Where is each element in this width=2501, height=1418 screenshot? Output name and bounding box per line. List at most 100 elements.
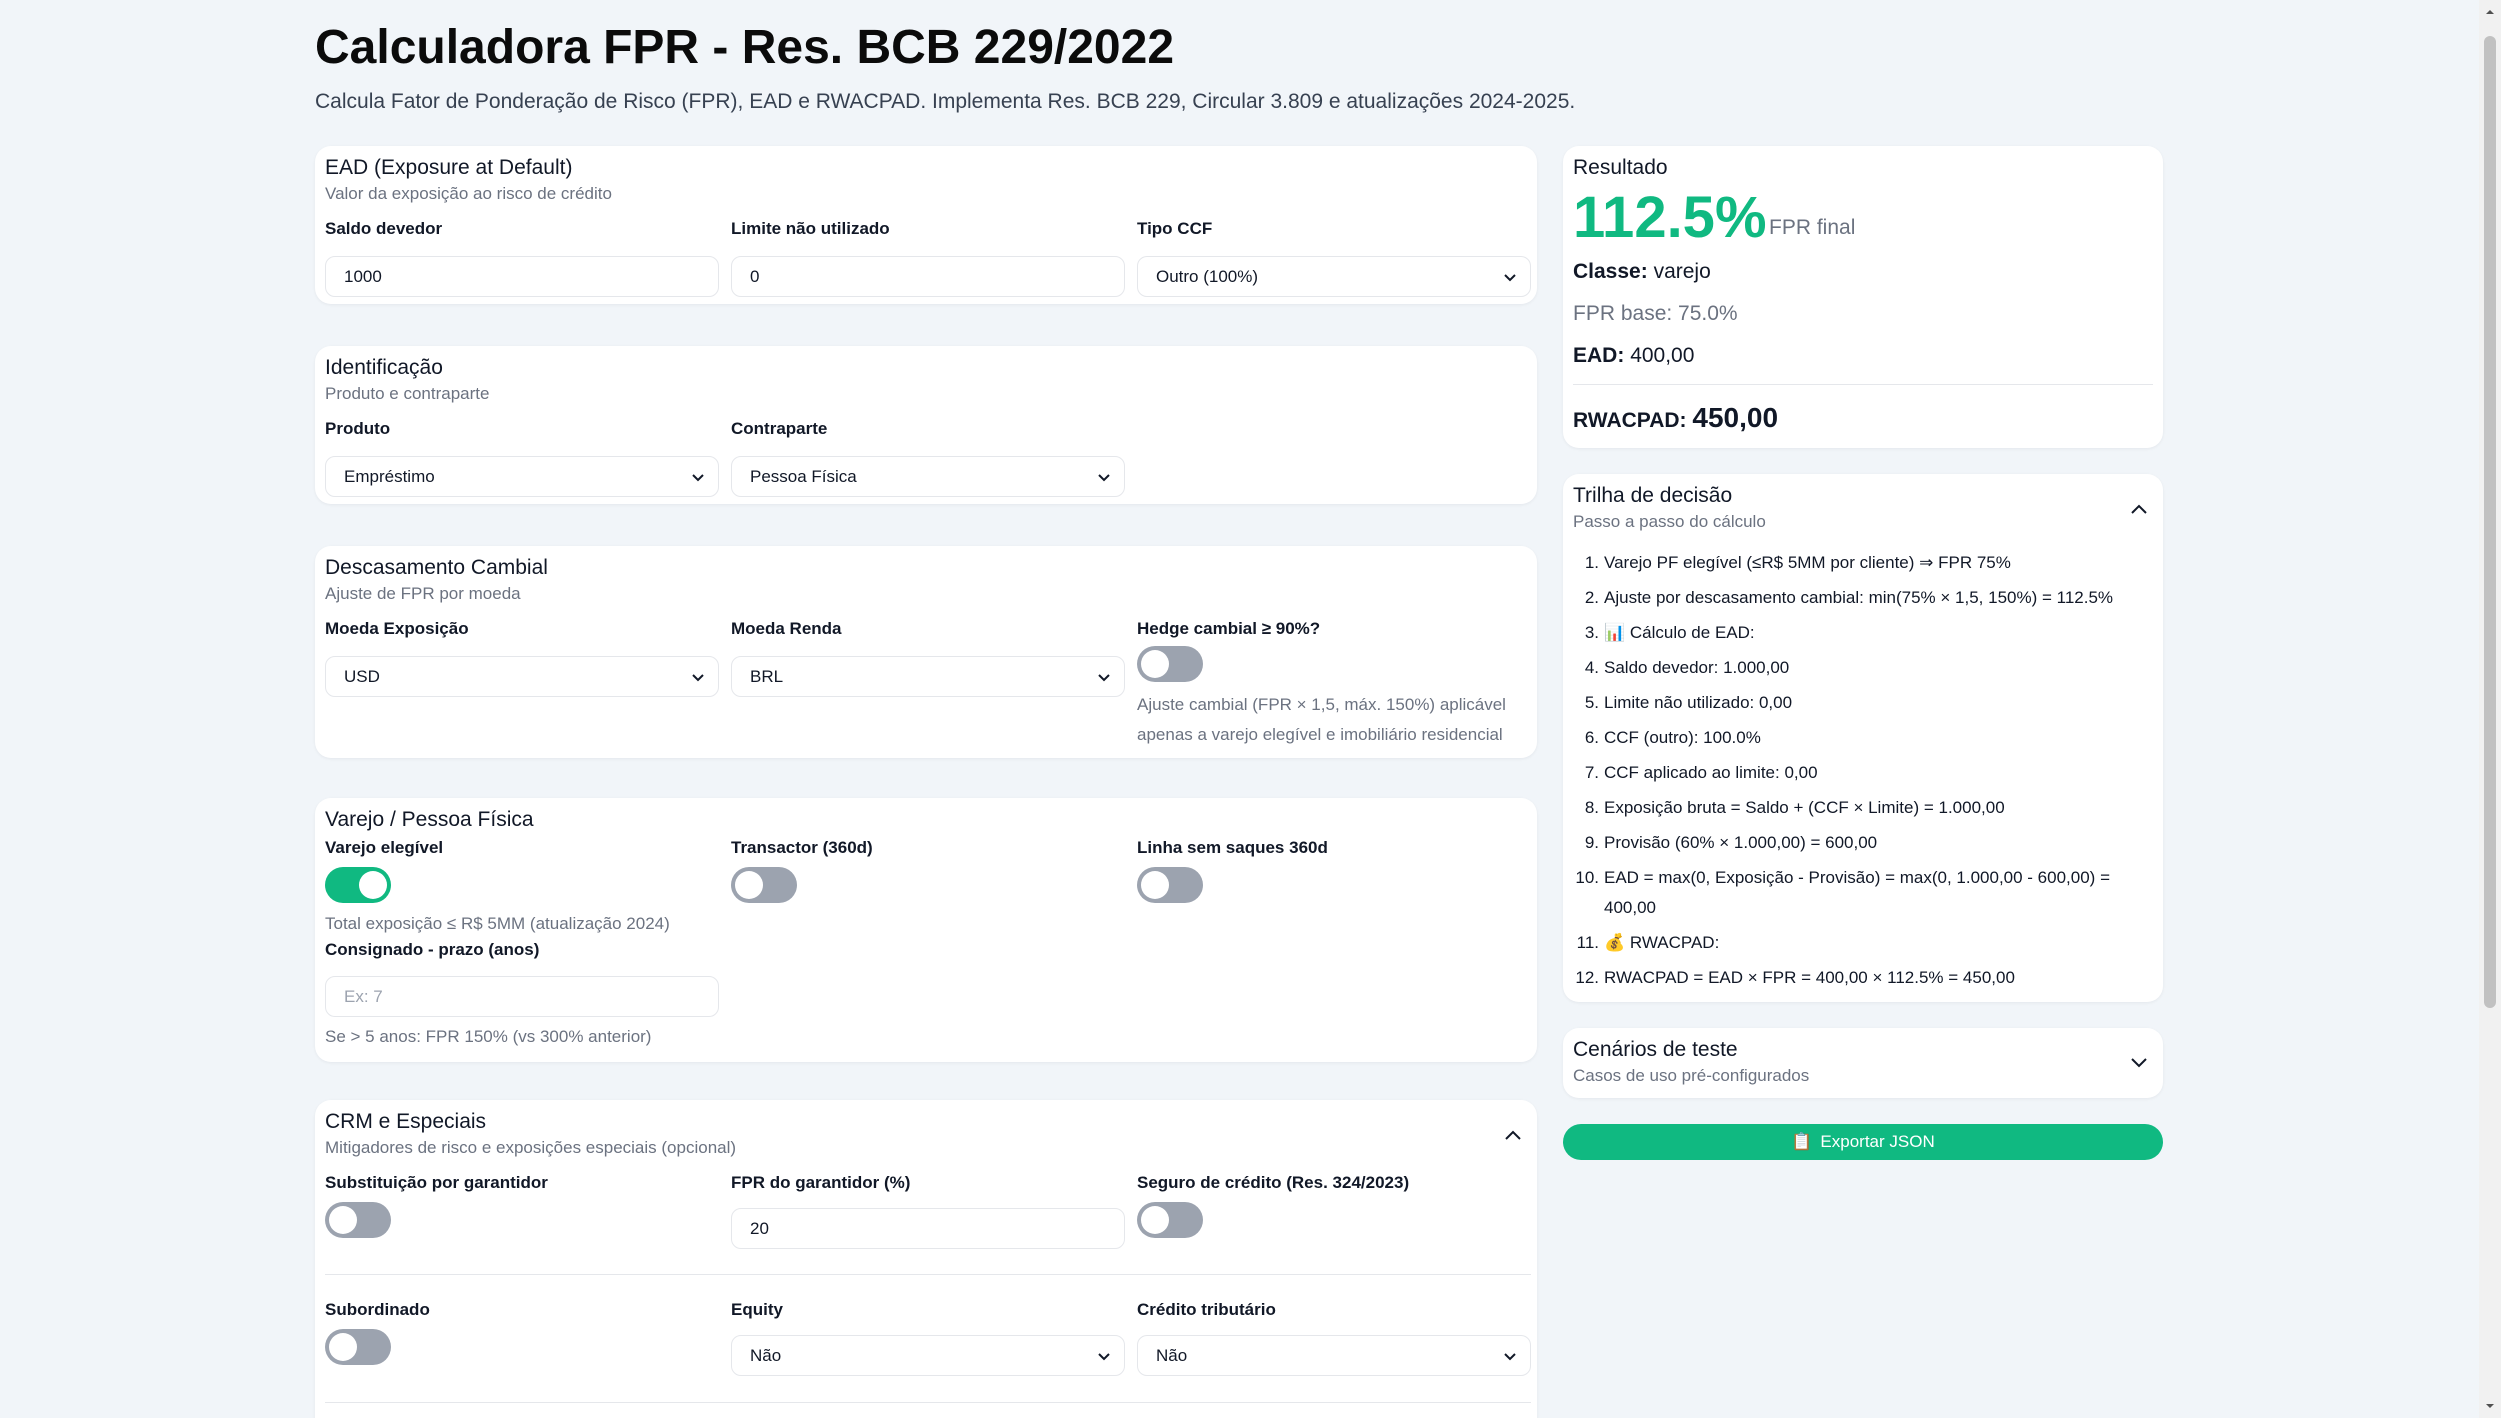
scroll-down-arrow-icon[interactable] [2484,1400,2496,1412]
export-json-button[interactable]: 📋 Exportar JSON [1563,1124,2163,1160]
decision-step-text: Exposição bruta = Saldo + (CCF × Limite)… [1604,798,2005,817]
decision-step-number: 3. [1584,623,1599,642]
decision-step: 9. Provisão (60% × 1.000,00) = 600,00 [1573,828,2139,858]
ead-card: EAD (Exposure at Default) Valor da expos… [315,146,1537,304]
credito-tributario-label: Crédito tributário [1137,1300,1276,1319]
consignado-input[interactable]: Ex: 7 [325,976,719,1017]
resultado-divider [1573,384,2153,385]
decision-step: 6. CCF (outro): 100.0% [1573,723,2139,753]
page-scrollbar[interactable] [2479,0,2501,1418]
chevron-down-icon [1098,673,1110,681]
subordinado-label: Subordinado [325,1300,430,1319]
decision-step-number: 11. [1576,933,1599,952]
decision-step-text: 📊 Cálculo de EAD: [1604,623,1755,642]
crm-title: CRM e Especiais [325,1110,487,1133]
decision-step: 5. Limite não utilizado: 0,00 [1573,688,2139,718]
decision-step-text: Limite não utilizado: 0,00 [1604,693,1793,712]
decision-step: 11. 💰 RWACPAD: [1573,928,2139,958]
linha-sem-saques-toggle[interactable] [1137,867,1203,903]
fpr-final-value: 112.5% [1573,185,1767,250]
decision-step-text: CCF aplicado ao limite: 0,00 [1604,763,1818,782]
varejo-elegivel-toggle[interactable] [325,867,391,903]
saldo-label: Saldo devedor [325,219,443,238]
decision-step: 4. Saldo devedor: 1.000,00 [1573,653,2139,683]
seguro-credito-label: Seguro de crédito (Res. 324/2023) [1137,1173,1410,1192]
identificacao-title: Identificação [325,356,443,379]
cambial-title: Descasamento Cambial [325,556,548,579]
decision-step-number: 9. [1584,833,1599,852]
limite-input[interactable]: 0 [731,256,1125,297]
transactor-toggle[interactable] [731,867,797,903]
equity-label: Equity [731,1300,783,1319]
crm-divider [325,1274,1531,1275]
scroll-up-arrow-icon[interactable] [2484,6,2496,18]
chevron-down-icon [692,473,704,481]
cenarios-subtitle: Casos de uso pré-configurados [1573,1066,1810,1085]
seguro-credito-toggle[interactable] [1137,1202,1203,1238]
ead-row: EAD: 400,00 [1573,344,1695,367]
consignado-label: Consignado - prazo (anos) [325,940,540,959]
decision-step-text: 💰 RWACPAD: [1604,933,1720,952]
varejo-card: Varejo / Pessoa Física Varejo elegível T… [315,798,1537,1062]
decision-step-number: 5. [1584,693,1599,712]
decision-step-text: EAD = max(0, Exposição - Provisão) = max… [1604,868,2110,917]
ead-subtitle: Valor da exposição ao risco de crédito [325,184,612,203]
crm-card: CRM e Especiais Mitigadores de risco e e… [315,1100,1537,1418]
credito-tributario-select[interactable]: Não [1137,1335,1531,1376]
varejo-elegivel-hint: Total exposição ≤ R$ 5MM (atualização 20… [325,914,670,933]
subordinado-toggle[interactable] [325,1329,391,1365]
fpr-garantidor-label: FPR do garantidor (%) [731,1173,911,1192]
linha-sem-saques-label: Linha sem saques 360d [1137,838,1328,857]
garantidor-toggle[interactable] [325,1202,391,1238]
produto-select[interactable]: Empréstimo [325,456,719,497]
cenarios-card[interactable]: Cenários de teste Casos de uso pré-confi… [1563,1028,2163,1098]
moeda-exposicao-label: Moeda Exposição [325,619,469,638]
decision-step-number: 8. [1584,798,1599,817]
saldo-input[interactable]: 1000 [325,256,719,297]
scrollbar-thumb[interactable] [2484,36,2496,1008]
ccf-select[interactable]: Outro (100%) [1137,256,1531,297]
hedge-toggle[interactable] [1137,646,1203,682]
chevron-down-icon [692,673,704,681]
cenarios-title: Cenários de teste [1573,1038,1738,1061]
classe-row: Classe: varejo [1573,260,1711,283]
chevron-up-icon[interactable] [1499,1122,1527,1150]
hedge-hint-line-1: Ajuste cambial (FPR × 1,5, máx. 150%) ap… [1137,695,1506,714]
identificacao-card: Identificação Produto e contraparte Prod… [315,346,1537,504]
transactor-label: Transactor (360d) [731,838,873,857]
chevron-down-icon[interactable] [2125,1048,2153,1076]
trilha-title: Trilha de decisão [1573,484,1733,507]
identificacao-subtitle: Produto e contraparte [325,384,490,403]
moeda-exposicao-select[interactable]: USD [325,656,719,697]
decision-step-text: Ajuste por descasamento cambial: min(75%… [1604,588,2114,607]
cambial-card: Descasamento Cambial Ajuste de FPR por m… [315,546,1537,758]
resultado-card: Resultado 112.5% FPR final Classe: varej… [1563,146,2163,448]
equity-select[interactable]: Não [731,1335,1125,1376]
decision-steps-list: 1. Varejo PF elegível (≤R$ 5MM por client… [1573,548,2139,998]
contraparte-select[interactable]: Pessoa Física [731,456,1125,497]
consignado-hint: Se > 5 anos: FPR 150% (vs 300% anterior) [325,1027,652,1046]
chevron-down-icon [1098,1352,1110,1360]
decision-step-text: CCF (outro): 100.0% [1604,728,1761,747]
crm-subtitle: Mitigadores de risco e exposições especi… [325,1138,737,1157]
varejo-title: Varejo / Pessoa Física [325,808,534,831]
moeda-renda-select[interactable]: BRL [731,656,1125,697]
decision-step: 2. Ajuste por descasamento cambial: min(7… [1573,583,2139,613]
decision-step-text: Varejo PF elegível (≤R$ 5MM por cliente)… [1604,553,2011,572]
chevron-down-icon [1504,273,1516,281]
decision-step-number: 7. [1584,763,1599,782]
fpr-garantidor-input[interactable]: 20 [731,1208,1125,1249]
fpr-base: FPR base: 75.0% [1573,302,1738,325]
decision-step: 3. 📊 Cálculo de EAD: [1573,618,2139,648]
contraparte-label: Contraparte [731,419,828,438]
resultado-title: Resultado [1573,156,1668,179]
decision-step-number: 2. [1584,588,1599,607]
chevron-up-icon[interactable] [2125,496,2153,524]
chevron-down-icon [1504,1352,1516,1360]
ead-title: EAD (Exposure at Default) [325,156,573,179]
crm-divider-bottom [325,1402,1531,1403]
decision-step-text: Saldo devedor: 1.000,00 [1604,658,1790,677]
decision-step-number: 4. [1584,658,1599,677]
chevron-down-icon [1098,473,1110,481]
varejo-elegivel-label: Varejo elegível [325,838,444,857]
